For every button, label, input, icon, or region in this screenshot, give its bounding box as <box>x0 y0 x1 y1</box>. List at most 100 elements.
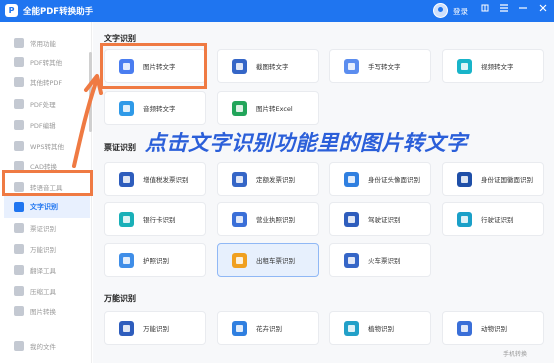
menu-icon[interactable] <box>497 3 511 18</box>
invoice-icon <box>232 171 247 187</box>
animal-icon <box>457 320 472 336</box>
video-icon <box>457 58 472 74</box>
card-image-to-excel[interactable]: 图片转Excel <box>217 91 319 125</box>
universal-icon <box>14 244 24 254</box>
excel-icon <box>232 100 247 116</box>
card-label: 身份证国徽面识别 <box>481 176 533 184</box>
sidebar-item-label: 压缩工具 <box>30 288 56 296</box>
card-label: 驾驶证识别 <box>368 216 401 224</box>
title-bar: P 全能PDF转换助手 登录 <box>0 0 554 22</box>
card-label: 视频转文字 <box>481 63 514 71</box>
card-driver-license[interactable]: 驾驶证识别 <box>329 202 431 236</box>
flower-icon <box>232 320 247 336</box>
sidebar-item-my-files[interactable]: 我的文件 <box>14 339 88 353</box>
card-screenshot-to-text[interactable]: 截图转文字 <box>217 49 319 83</box>
card-label: 图片转Excel <box>256 105 293 113</box>
app-title: 全能PDF转换助手 <box>23 7 94 17</box>
card-vat-invoice[interactable]: 增值税发票识别 <box>104 162 206 196</box>
card-plant[interactable]: 植物识别 <box>329 311 431 345</box>
card-label: 行驶证识别 <box>481 216 514 224</box>
card-id-front[interactable]: 身份证头像面识别 <box>329 162 431 196</box>
sidebar-item-other-to-pdf[interactable]: 其他转PDF <box>14 75 88 89</box>
edit-icon <box>14 120 24 130</box>
sidebar-item-translate[interactable]: 翻译工具 <box>14 263 88 277</box>
sidebar-scrollbar[interactable] <box>89 52 92 132</box>
close-icon[interactable] <box>536 3 550 18</box>
section-title-universal-recognition: 万能识别 <box>104 294 136 303</box>
sidebar-item-label: WPS转其他 <box>30 143 64 151</box>
card-business-license[interactable]: 营业执照识别 <box>217 202 319 236</box>
handwriting-icon <box>344 58 359 74</box>
card-taxi-ticket[interactable]: 出租车票识别 <box>217 243 319 277</box>
sidebar-item-label: 万能识别 <box>30 246 56 254</box>
sidebar-item-text-recognition[interactable]: 文字识别 <box>4 196 90 218</box>
card-handwriting-to-text[interactable]: 手写转文字 <box>329 49 431 83</box>
sidebar-item-label: 其他转PDF <box>30 79 63 87</box>
instruction-annotation: 点击文字识别功能里的图片转文字 <box>145 130 468 155</box>
card-train-ticket[interactable]: 火车票识别 <box>329 243 431 277</box>
common-icon <box>14 38 24 48</box>
card-label: 动物识别 <box>481 325 507 333</box>
sidebar-highlight-box <box>2 170 93 196</box>
card-audio-to-text[interactable]: 音频转文字 <box>104 91 206 125</box>
card-label: 截图转文字 <box>256 63 289 71</box>
sidebar-item-wps[interactable]: WPS转其他 <box>14 139 88 153</box>
sidebar-item-ticket[interactable]: 票证识别 <box>14 221 88 235</box>
sidebar-item-label: 票证识别 <box>30 225 56 233</box>
passport-icon <box>119 252 134 268</box>
id-card-icon <box>457 171 472 187</box>
card-label: 银行卡识别 <box>143 216 176 224</box>
card-passport[interactable]: 护照识别 <box>104 243 206 277</box>
image-to-text-highlight-box <box>100 43 207 89</box>
sidebar-item-common[interactable]: 常用功能 <box>14 36 88 50</box>
section-title-ticket-recognition: 票证识别 <box>104 143 136 152</box>
minimize-icon[interactable] <box>516 3 530 18</box>
card-flower[interactable]: 花卉识别 <box>217 311 319 345</box>
skin-icon[interactable] <box>478 3 492 18</box>
sidebar-item-label: 我的文件 <box>30 343 56 351</box>
folder-icon <box>14 341 24 351</box>
sidebar-item-label: 翻译工具 <box>30 267 56 275</box>
id-card-icon <box>344 171 359 187</box>
card-animal[interactable]: 动物识别 <box>442 311 544 345</box>
card-label: 万能识别 <box>143 325 169 333</box>
text-recognition-icon <box>14 202 24 212</box>
sidebar-item-image[interactable]: 图片转换 <box>14 304 88 318</box>
card-label: 植物识别 <box>368 325 394 333</box>
card-vehicle-license[interactable]: 行驶证识别 <box>442 202 544 236</box>
card-label: 手写转文字 <box>368 63 401 71</box>
bank-card-icon <box>119 211 134 227</box>
convert-icon <box>14 77 24 87</box>
card-label: 音频转文字 <box>143 105 176 113</box>
card-label: 增值税发票识别 <box>143 176 189 184</box>
sidebar-item-pdf-to-other[interactable]: PDF转其他 <box>14 55 88 69</box>
watermark: 手机转换 <box>503 351 528 358</box>
avatar[interactable] <box>433 3 448 18</box>
card-quota-invoice[interactable]: 定额发票识别 <box>217 162 319 196</box>
sidebar-item-label: 文字识别 <box>30 203 58 211</box>
compress-icon <box>14 286 24 296</box>
sidebar-item-compress[interactable]: 压缩工具 <box>14 284 88 298</box>
plant-icon <box>344 320 359 336</box>
sidebar-item-label: PDF编辑 <box>30 122 56 130</box>
vehicle-license-icon <box>457 211 472 227</box>
card-video-to-text[interactable]: 视频转文字 <box>442 49 544 83</box>
card-id-back[interactable]: 身份证国徽面识别 <box>442 162 544 196</box>
pdf-icon <box>14 57 24 67</box>
image-icon <box>14 306 24 316</box>
driver-license-icon <box>344 211 359 227</box>
sidebar-item-universal[interactable]: 万能识别 <box>14 242 88 256</box>
screenshot-icon <box>232 58 247 74</box>
process-icon <box>14 99 24 109</box>
card-label: 营业执照识别 <box>256 216 295 224</box>
login-button[interactable]: 登录 <box>453 6 468 17</box>
sidebar-item-pdf-process[interactable]: PDF处理 <box>14 97 88 111</box>
card-label: 护照识别 <box>143 257 169 265</box>
card-label: 花卉识别 <box>256 325 282 333</box>
card-universal[interactable]: 万能识别 <box>104 311 206 345</box>
sidebar-item-pdf-edit[interactable]: PDF编辑 <box>14 118 88 132</box>
card-label: 出租车票识别 <box>256 257 295 265</box>
card-bank-card[interactable]: 银行卡识别 <box>104 202 206 236</box>
translate-icon <box>14 265 24 275</box>
card-label: 火车票识别 <box>368 257 401 265</box>
